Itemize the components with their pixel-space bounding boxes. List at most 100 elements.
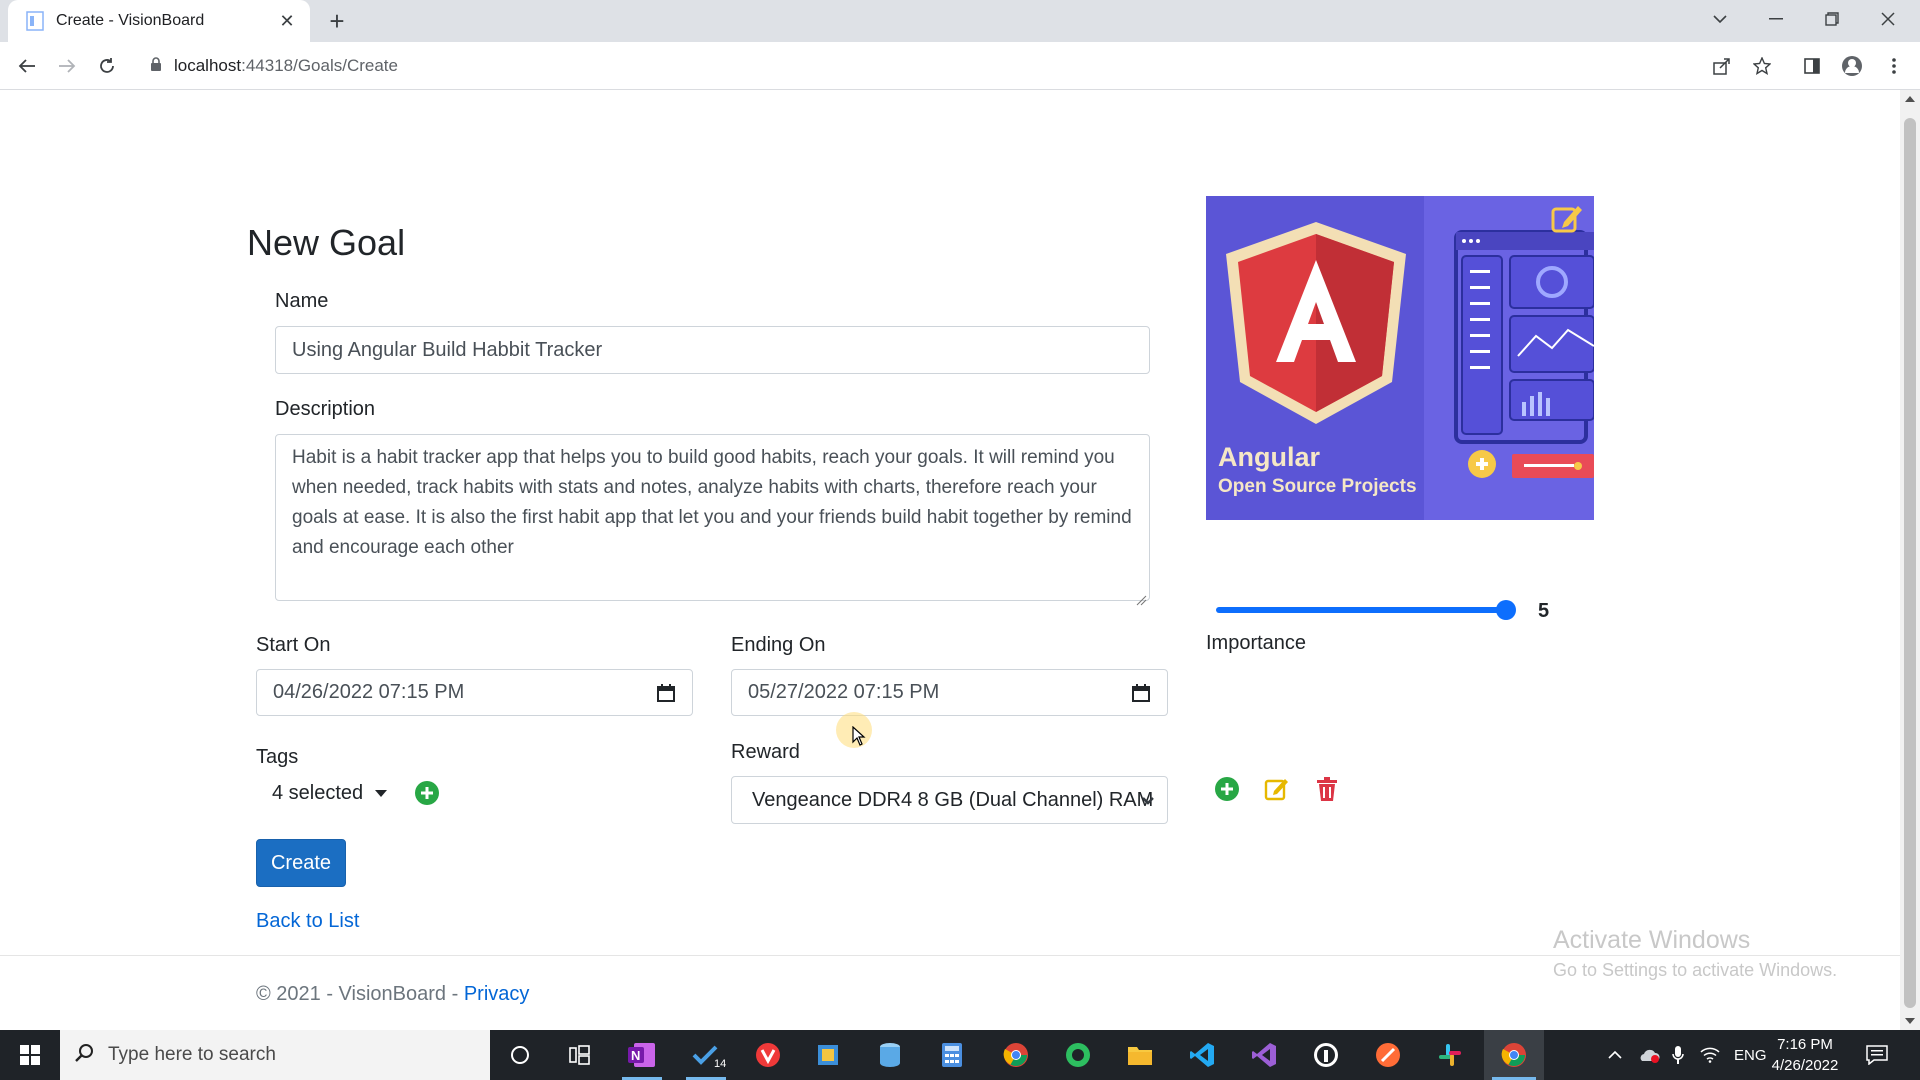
notification-center-icon[interactable]	[1866, 1030, 1888, 1080]
microphone-icon[interactable]	[1672, 1030, 1684, 1080]
snipping-tool-icon[interactable]	[800, 1030, 856, 1080]
calculator-icon[interactable]	[924, 1030, 980, 1080]
edit-image-icon[interactable]	[1550, 202, 1584, 236]
footer-divider	[0, 955, 1900, 956]
calendar-icon[interactable]	[1131, 683, 1151, 703]
edit-reward-icon[interactable]	[1264, 776, 1290, 802]
mouse-cursor-highlight	[836, 712, 872, 748]
tab-title: Create - VisionBoard	[56, 12, 205, 29]
onenote-icon[interactable]: N	[614, 1030, 670, 1080]
page-title: New Goal	[247, 222, 406, 263]
taskbar-search-box[interactable]: Type here to search	[60, 1030, 490, 1080]
show-hidden-icons-icon[interactable]	[1608, 1030, 1622, 1080]
image-subtitle: Open Source Projects	[1218, 476, 1417, 497]
ending-on-value: 05/27/2022 07:15 PM	[748, 681, 940, 703]
scrollbar-thumb[interactable]	[1904, 118, 1916, 1008]
activate-windows-title: Activate Windows	[1553, 926, 1751, 954]
forward-arrow-icon[interactable]	[51, 50, 83, 82]
cortana-icon[interactable]	[492, 1030, 548, 1080]
back-to-list-link[interactable]: Back to List	[256, 910, 359, 933]
scroll-up-arrow-icon[interactable]	[1905, 96, 1915, 102]
windows-start-icon[interactable]	[0, 1030, 60, 1080]
side-panel-icon[interactable]	[1796, 50, 1828, 82]
name-input-value: Using Angular Build Habbit Tracker	[292, 338, 603, 361]
search-icon	[74, 1043, 94, 1068]
calendar-icon[interactable]	[656, 683, 676, 703]
chrome-active-icon[interactable]	[1484, 1030, 1544, 1080]
description-textarea[interactable]: Habit is a habit tracker app that helps …	[275, 434, 1150, 606]
svg-text:N: N	[631, 1048, 640, 1063]
footer: © 2021 - VisionBoard - Privacy	[256, 983, 529, 1006]
tags-selected-count: 4 selected	[272, 782, 364, 804]
reward-label: Reward	[731, 741, 800, 763]
close-tab-icon[interactable]: ✕	[276, 10, 298, 32]
browser-tab-strip: Create - VisionBoard ✕ +	[0, 0, 1920, 42]
privacy-link[interactable]: Privacy	[464, 983, 530, 1005]
start-on-datetime-input[interactable]: 04/26/2022 07:15 PM	[256, 669, 693, 716]
reward-select[interactable]: Vengeance DDR4 8 GB (Dual Channel) RAM	[731, 776, 1168, 824]
description-label: Description	[275, 398, 376, 420]
url-path: :44318/Goals/Create	[241, 56, 398, 75]
goal-image: Angular Open Source Projects	[1206, 196, 1594, 520]
reward-selected-value: Vengeance DDR4 8 GB (Dual Channel) RAM	[752, 788, 1154, 811]
visual-studio-icon[interactable]	[1236, 1030, 1292, 1080]
importance-slider[interactable]	[1216, 596, 1524, 624]
taskbar-clock[interactable]: 7:16 PM 4/26/2022	[1760, 1034, 1850, 1076]
clock-date: 4/26/2022	[1771, 1057, 1839, 1074]
new-tab-icon[interactable]: +	[322, 6, 352, 36]
address-bar[interactable]: localhost:44318/Goals/Create	[140, 47, 1740, 85]
clock-time: 7:16 PM	[1777, 1036, 1833, 1053]
github-desktop-icon[interactable]	[1298, 1030, 1354, 1080]
name-label: Name	[275, 290, 329, 312]
evernote-icon[interactable]	[1050, 1030, 1106, 1080]
vivaldi-icon[interactable]	[740, 1030, 796, 1080]
chrome-icon[interactable]	[988, 1030, 1044, 1080]
reload-icon[interactable]	[91, 50, 123, 82]
description-textarea-value: Habit is a habit tracker app that helps …	[292, 447, 1132, 558]
taskbar-search-placeholder: Type here to search	[108, 1044, 276, 1065]
minimize-icon[interactable]	[1748, 0, 1804, 38]
wifi-icon[interactable]	[1700, 1030, 1720, 1080]
name-input[interactable]: Using Angular Build Habbit Tracker	[275, 326, 1150, 374]
windows-taskbar: Type here to search N 14 ENG 7:16 PM 4/2…	[0, 1030, 1920, 1080]
ending-on-label: Ending On	[731, 634, 826, 656]
todo-icon[interactable]: 14	[678, 1030, 734, 1080]
postman-icon[interactable]	[1360, 1030, 1416, 1080]
tags-label: Tags	[256, 746, 299, 768]
create-button[interactable]: Create	[256, 839, 346, 887]
scroll-down-arrow-icon[interactable]	[1905, 1018, 1915, 1024]
slider-track	[1216, 607, 1506, 613]
ending-on-datetime-input[interactable]: 05/27/2022 07:15 PM	[731, 669, 1168, 716]
browser-tab[interactable]: Create - VisionBoard ✕	[8, 0, 310, 42]
add-reward-icon[interactable]	[1214, 776, 1240, 802]
importance-label: Importance	[1206, 632, 1307, 654]
slack-icon[interactable]	[1422, 1030, 1478, 1080]
database-tool-icon[interactable]	[862, 1030, 918, 1080]
url-host: localhost	[174, 56, 242, 75]
tab-search-icon[interactable]	[1692, 0, 1748, 38]
chevron-down-icon	[1139, 791, 1157, 809]
page-scrollbar[interactable]	[1900, 90, 1920, 1030]
resize-grip-icon[interactable]	[1135, 586, 1147, 606]
restore-icon[interactable]	[1804, 0, 1860, 38]
add-tag-icon[interactable]	[414, 780, 440, 806]
lock-icon[interactable]	[150, 56, 162, 76]
profile-avatar-icon[interactable]	[1836, 50, 1868, 82]
onedrive-icon[interactable]	[1638, 1030, 1660, 1080]
bookmark-star-icon[interactable]	[1746, 50, 1778, 82]
share-icon[interactable]	[1706, 50, 1738, 82]
importance-value: 5	[1538, 600, 1550, 622]
close-window-icon[interactable]	[1860, 0, 1916, 38]
caret-down-icon	[375, 790, 388, 797]
activate-windows-subtitle: Go to Settings to activate Windows.	[1553, 960, 1838, 980]
page-favicon-icon	[26, 11, 44, 31]
delete-reward-icon[interactable]	[1314, 776, 1340, 802]
vscode-icon[interactable]	[1174, 1030, 1230, 1080]
task-view-icon[interactable]	[552, 1030, 608, 1080]
start-on-value: 04/26/2022 07:15 PM	[273, 681, 465, 703]
browser-menu-icon[interactable]	[1878, 50, 1910, 82]
file-explorer-icon[interactable]	[1112, 1030, 1168, 1080]
tags-multiselect[interactable]: 4 selected	[272, 782, 388, 805]
back-arrow-icon[interactable]	[11, 50, 43, 82]
slider-handle[interactable]	[1496, 600, 1516, 620]
